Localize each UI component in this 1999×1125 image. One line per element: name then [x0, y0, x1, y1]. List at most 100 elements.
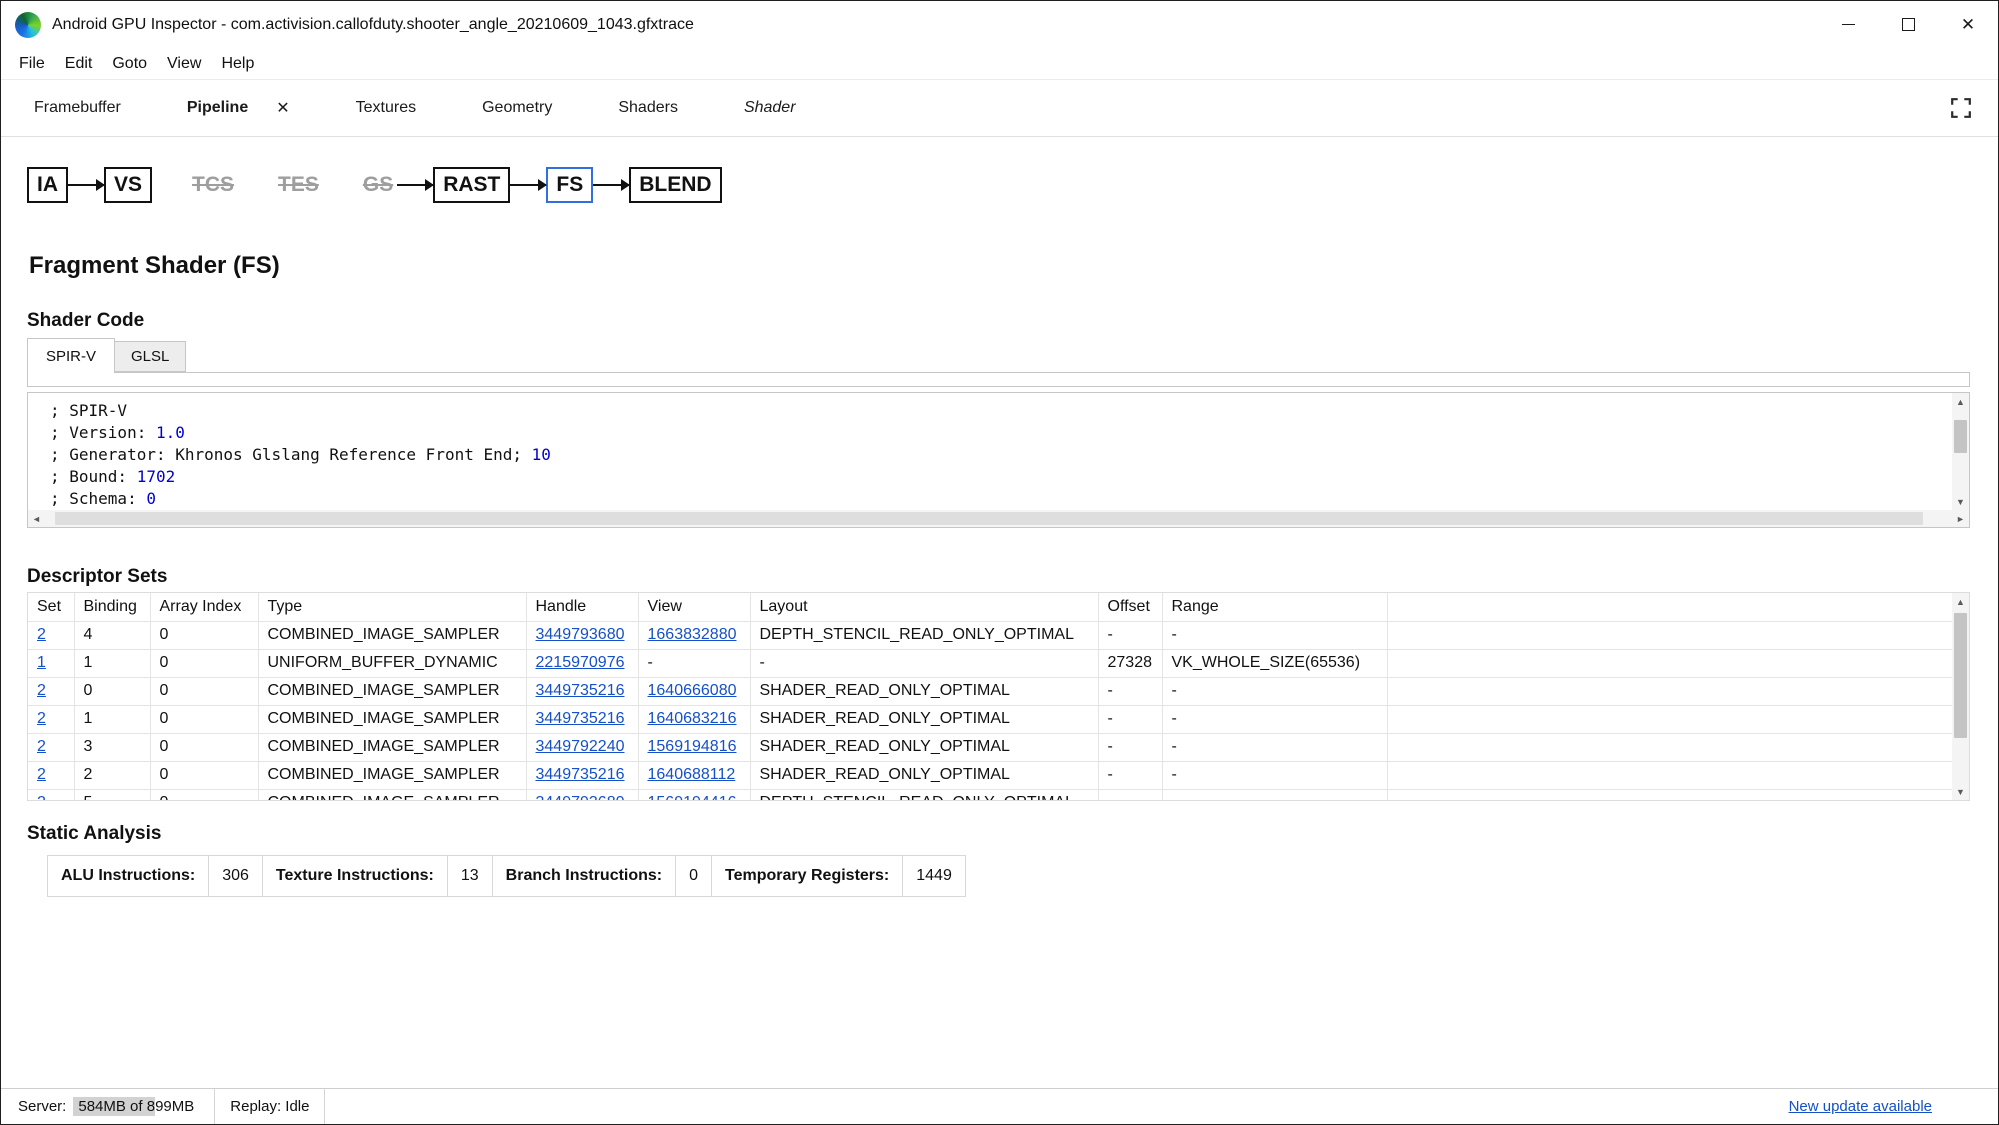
table-row: 2 0 0 COMBINED_IMAGE_SAMPLER 3449735216 16406…: [28, 677, 1952, 706]
cell-handle-link[interactable]: 3449793680: [536, 794, 625, 800]
tab-shaders[interactable]: Shaders: [585, 80, 711, 136]
scroll-thumb[interactable]: [54, 512, 1924, 525]
shader-code-panel[interactable]: ; SPIR-V ; Version: 1.0 ; Generator: Khron…: [27, 392, 1970, 528]
cell-layout: DEPTH_STENCIL_READ_ONLY_OPTIMAL: [750, 789, 1099, 800]
scroll-thumb[interactable]: [1954, 613, 1967, 738]
cell-handle-link[interactable]: 3449735216: [536, 682, 625, 699]
shader-code-hscrollbar[interactable]: ◄ ►: [28, 510, 1969, 527]
tab-framebuffer[interactable]: Framebuffer: [1, 80, 154, 136]
cell-binding: 1: [74, 705, 151, 734]
cell-array-index: 0: [150, 789, 259, 800]
cell-set-link[interactable]: 2: [37, 682, 46, 699]
close-button[interactable]: ✕: [1938, 1, 1998, 48]
minimize-button[interactable]: [1818, 1, 1878, 48]
cell-range: -: [1162, 761, 1388, 790]
cell-handle-link[interactable]: 3449792240: [536, 738, 625, 755]
pipeline-stage-ia[interactable]: IA: [27, 167, 68, 203]
static-analysis-metrics: ALU Instructions: 306 Texture Instructions…: [47, 855, 966, 897]
cell-handle-link[interactable]: 2215970976: [536, 654, 625, 671]
shader-code-vscrollbar[interactable]: ▲ ▼: [1952, 393, 1969, 510]
table-row: 2 4 0 COMBINED_IMAGE_SAMPLER 3449793680 16638…: [28, 621, 1952, 650]
cell-view-link[interactable]: 1640666080: [648, 682, 737, 699]
scroll-up-icon[interactable]: ▲: [1952, 593, 1969, 610]
cell-handle-link[interactable]: 3449735216: [536, 766, 625, 783]
descriptor-table-scrollbar[interactable]: ▲ ▼: [1952, 593, 1969, 800]
pipeline-stage-tes: TES: [278, 173, 319, 196]
cell-handle-link[interactable]: 3449735216: [536, 710, 625, 727]
scroll-right-icon[interactable]: ►: [1952, 510, 1969, 527]
tab-textures[interactable]: Textures: [323, 80, 449, 136]
pipeline-stage-rast[interactable]: RAST: [433, 167, 511, 203]
cell-layout: SHADER_READ_ONLY_OPTIMAL: [750, 705, 1099, 734]
tab-geometry[interactable]: Geometry: [449, 80, 585, 136]
menu-goto[interactable]: Goto: [102, 48, 157, 79]
scroll-up-icon[interactable]: ▲: [1952, 393, 1969, 410]
pipeline-stage-blend[interactable]: BLEND: [629, 167, 722, 203]
cell-range: -: [1162, 621, 1388, 650]
fullscreen-button[interactable]: [1950, 97, 1972, 119]
cell-layout: SHADER_READ_ONLY_OPTIMAL: [750, 761, 1099, 790]
cell-layout: SHADER_READ_ONLY_OPTIMAL: [750, 677, 1099, 706]
cell-view-link[interactable]: 1663832880: [648, 626, 737, 643]
code-line: ; SPIR-V: [50, 401, 128, 420]
scroll-track[interactable]: [1952, 410, 1969, 493]
scroll-thumb[interactable]: [1954, 419, 1967, 454]
cell-set-link[interactable]: 1: [37, 654, 46, 671]
metric-value: 13: [448, 856, 493, 896]
menu-help[interactable]: Help: [211, 48, 264, 79]
scroll-down-icon[interactable]: ▼: [1952, 783, 1969, 800]
window-controls: ✕: [1818, 1, 1998, 48]
cell-view-link[interactable]: 1569194416: [648, 794, 737, 800]
cell-filler: [1387, 705, 1952, 734]
pipeline-stage-vs[interactable]: VS: [104, 167, 153, 203]
statusbar-divider: [214, 1089, 216, 1124]
tab-close-icon[interactable]: ✕: [276, 98, 289, 118]
cell-view-link[interactable]: 1640688112: [648, 766, 736, 783]
cell-filler: [1387, 677, 1952, 706]
metric-label: Branch Instructions:: [493, 856, 677, 896]
code-line: ; Bound: 1702: [50, 467, 176, 486]
cell-view-link[interactable]: 1569194816: [648, 738, 737, 755]
arrow-icon: [510, 179, 548, 191]
scroll-track[interactable]: [1952, 610, 1969, 783]
arrow-icon: [593, 179, 631, 191]
descriptor-sets-heading: Descriptor Sets: [27, 566, 168, 587]
cell-view: 1569194416: [638, 789, 751, 800]
shader-code-text: ; SPIR-V ; Version: 1.0 ; Generator: Khron…: [28, 393, 1952, 510]
code-tab-spir-v[interactable]: SPIR-V: [27, 338, 116, 373]
cell-range: -: [1162, 789, 1388, 800]
pipeline-arrow: [397, 179, 435, 191]
menu-view[interactable]: View: [157, 48, 211, 79]
pipeline-stage-fs[interactable]: FS: [546, 167, 594, 203]
cell-set-link[interactable]: 2: [37, 710, 46, 727]
cell-set-link[interactable]: 2: [37, 626, 46, 643]
cell-offset: -: [1098, 705, 1163, 734]
cell-view-link[interactable]: 1640683216: [648, 710, 737, 727]
pipeline-arrow: [593, 179, 631, 191]
cell-set-link[interactable]: 2: [37, 794, 46, 800]
cell-set-link[interactable]: 2: [37, 738, 46, 755]
cell-set: 2: [28, 761, 75, 790]
window-title: Android GPU Inspector - com.activision.c…: [52, 15, 694, 33]
cell-filler: [1387, 649, 1952, 678]
metric-label: ALU Instructions:: [48, 856, 210, 896]
cell-set-link[interactable]: 2: [37, 766, 46, 783]
code-tab-glsl[interactable]: GLSL: [115, 341, 187, 372]
tab-label: Pipeline: [186, 99, 249, 116]
col-range: Range: [1162, 593, 1388, 622]
scroll-down-icon[interactable]: ▼: [1952, 493, 1969, 510]
maximize-button[interactable]: [1878, 1, 1938, 48]
statusbar-divider: [324, 1089, 326, 1124]
update-link[interactable]: New update available: [1789, 1098, 1932, 1115]
cell-handle-link[interactable]: 3449793680: [536, 626, 625, 643]
menu-file[interactable]: File: [9, 48, 55, 79]
tab-pipeline[interactable]: Pipeline ✕: [154, 80, 323, 136]
pipeline-diagram: IA VS TCS TES GS RAST FS BLEND: [27, 164, 1998, 206]
table-row: 2 3 0 COMBINED_IMAGE_SAMPLER 3449792240 15691…: [28, 733, 1952, 762]
scroll-track[interactable]: [45, 510, 1952, 527]
scroll-left-icon[interactable]: ◄: [28, 510, 45, 527]
tab-shader[interactable]: Shader: [711, 80, 829, 136]
replay-status: Replay: Idle: [230, 1098, 310, 1115]
menu-edit[interactable]: Edit: [55, 48, 103, 79]
cell-set: 2: [28, 705, 75, 734]
